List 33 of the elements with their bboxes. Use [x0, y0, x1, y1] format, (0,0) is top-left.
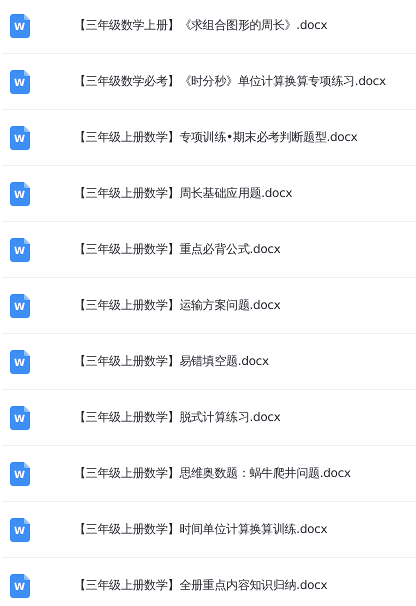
- file-item[interactable]: W 【三年级上册数学】全册重点内容知识归纳.docx: [2, 558, 416, 606]
- file-name: 【三年级上册数学】全册重点内容知识归纳.docx: [74, 577, 328, 594]
- word-file-icon: W: [10, 70, 30, 94]
- word-file-icon: W: [10, 14, 30, 38]
- word-file-icon: W: [10, 462, 30, 486]
- file-name: 【三年级上册数学】思维奥数题：蜗牛爬井问题.docx: [74, 465, 351, 482]
- word-file-icon: W: [10, 238, 30, 262]
- word-file-icon: W: [10, 182, 30, 206]
- file-name: 【三年级上册数学】易错填空题.docx: [74, 353, 269, 370]
- file-name: 【三年级上册数学】脱式计算练习.docx: [74, 409, 280, 426]
- file-item[interactable]: W 【三年级上册数学】周长基础应用题.docx: [2, 166, 416, 222]
- file-item[interactable]: W 【三年级数学上册】《求组合图形的周长》.docx: [2, 0, 416, 54]
- file-item[interactable]: W 【三年级上册数学】脱式计算练习.docx: [2, 390, 416, 446]
- word-file-icon: W: [10, 350, 30, 374]
- word-file-icon: W: [10, 126, 30, 150]
- file-name: 【三年级上册数学】周长基础应用题.docx: [74, 185, 292, 202]
- file-item[interactable]: W 【三年级上册数学】专项训练•期末必考判断题型.docx: [2, 110, 416, 166]
- file-name: 【三年级上册数学】重点必背公式.docx: [74, 241, 280, 258]
- file-item[interactable]: W 【三年级数学必考】《时分秒》单位计算换算专项练习.docx: [2, 54, 416, 110]
- word-file-icon: W: [10, 574, 30, 598]
- file-item[interactable]: W 【三年级上册数学】思维奥数题：蜗牛爬井问题.docx: [2, 446, 416, 502]
- file-item[interactable]: W 【三年级上册数学】易错填空题.docx: [2, 334, 416, 390]
- file-name: 【三年级上册数学】时间单位计算换算训练.docx: [74, 521, 328, 538]
- word-file-icon: W: [10, 406, 30, 430]
- file-name: 【三年级数学上册】《求组合图形的周长》.docx: [74, 17, 328, 34]
- file-name: 【三年级数学必考】《时分秒》单位计算换算专项练习.docx: [74, 73, 386, 90]
- file-item[interactable]: W 【三年级上册数学】运输方案问题.docx: [2, 278, 416, 334]
- word-file-icon: W: [10, 294, 30, 318]
- file-name: 【三年级上册数学】运输方案问题.docx: [74, 297, 280, 314]
- word-file-icon: W: [10, 518, 30, 542]
- file-item[interactable]: W 【三年级上册数学】重点必背公式.docx: [2, 222, 416, 278]
- file-name: 【三年级上册数学】专项训练•期末必考判断题型.docx: [74, 129, 358, 146]
- file-item[interactable]: W 【三年级上册数学】时间单位计算换算训练.docx: [2, 502, 416, 558]
